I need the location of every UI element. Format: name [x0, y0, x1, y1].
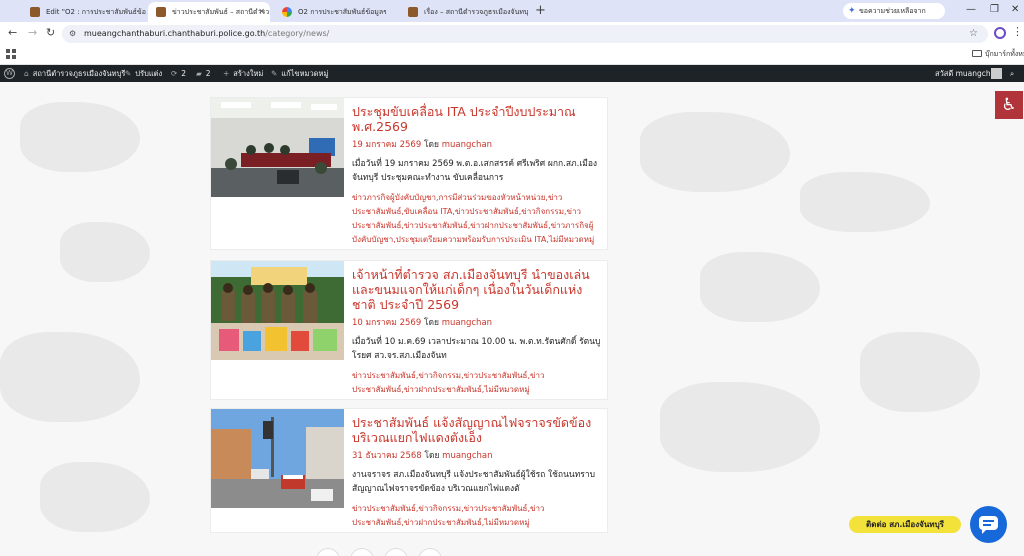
all-bookmarks-button[interactable]: บุ๊กมาร์กทั้งหมด — [972, 49, 1024, 60]
admin-search-icon[interactable]: ⌕ — [1010, 65, 1014, 82]
post-date[interactable]: 31 ธันวาคม 2568 — [352, 451, 422, 461]
all-bookmarks-label: บุ๊กมาร์กทั้งหมด — [985, 50, 1024, 58]
background-pattern — [860, 332, 980, 412]
tab-title: O2 การประชาสัมพันธ์ข้อมูลข่าวสาร — [298, 8, 386, 16]
url-host: mueangchanthaburi.chanthaburi.police.go.… — [84, 29, 266, 38]
chat-label[interactable]: ติดต่อ สภ.เมืองจันทบุรี — [849, 516, 961, 533]
post-date[interactable]: 10 มกราคม 2569 — [352, 318, 421, 328]
chat-button[interactable] — [970, 506, 1007, 543]
browser-tab-strip: Edit "O2 : การประชาสัมพันธ์ข้อมูลข่าวสาร… — [0, 0, 1024, 31]
brush-icon: ✎ — [125, 69, 132, 78]
browser-tab[interactable]: O2 การประชาสัมพันธ์ข้อมูลข่าวสาร — [274, 2, 386, 22]
background-pattern — [0, 332, 140, 422]
site-info-icon[interactable]: ⚙ — [69, 25, 76, 43]
post-author-link[interactable]: muangchan — [442, 318, 492, 328]
post-author-link[interactable]: muangchan — [442, 451, 492, 461]
tab-title: Edit "O2 : การประชาสัมพันธ์ข้อมูลข่าวสาร — [46, 8, 146, 16]
pagination-button[interactable] — [384, 548, 408, 556]
tab-title: เรื่อง – สถานีตำรวจภูธรเมืองจันทบุรี – — [424, 8, 528, 16]
reload-icon[interactable]: ↻ — [46, 26, 55, 39]
post-meta: 31 ธันวาคม 2568 โดย muangchan — [352, 451, 493, 461]
page-content: ประชุมขับเคลื่อน ITA ประจำปีงบประมาณ พ.ศ… — [0, 82, 1024, 556]
post-title-link[interactable]: ประชาสัมพันธ์ แจ้งสัญญาณไฟจราจรขัดข้อง บ… — [352, 415, 602, 445]
background-pattern — [60, 222, 150, 282]
site-favicon-icon — [408, 7, 418, 17]
gemini-button[interactable]: ✦ ขอความช่วยเหลือจาก Gemini — [843, 3, 945, 31]
traffic-intersection-photo — [211, 409, 344, 508]
user-avatar[interactable] — [991, 68, 1002, 79]
post-excerpt: งานจราจร สภ.เมืองจันทบุรี แจ้งประชาสัมพั… — [352, 470, 596, 494]
home-icon: ⌂ — [24, 69, 29, 78]
browser-tab[interactable]: Edit "O2 : การประชาสัมพันธ์ข้อมูลข่าวสาร — [22, 2, 146, 22]
profile-avatar[interactable] — [994, 27, 1006, 39]
post-categories[interactable]: ข่าวประชาสัมพันธ์,ข่าวกิจกรรม,ข่าวประชาส… — [352, 369, 602, 397]
restore-button[interactable]: ❐ — [990, 4, 999, 15]
admin-site-name[interactable]: ⌂ สถานีตำรวจภูธรเมืองจันทบุรี — [24, 65, 125, 82]
post-categories[interactable]: ข่าวประชาสัมพันธ์,ข่าวกิจกรรม,ข่าวประชาส… — [352, 502, 602, 530]
meeting-photo — [211, 98, 344, 197]
background-pattern — [20, 102, 140, 172]
background-pattern — [660, 382, 820, 472]
minimize-button[interactable]: — — [966, 4, 976, 15]
browser-toolbar: ← → ↻ ⚙ mueangchanthaburi.chanthaburi.po… — [0, 22, 1024, 45]
background-pattern — [700, 252, 820, 322]
url-path: /category/news/ — [265, 29, 330, 38]
apps-grid-icon[interactable] — [6, 49, 16, 59]
pagination-button[interactable] — [316, 548, 340, 556]
admin-customize[interactable]: ✎ ปรับแต่ง — [125, 65, 162, 82]
post-card: เจ้าหน้าที่ตำรวจ สภ.เมืองจันทบุรี นำของเ… — [210, 260, 608, 400]
background-pattern — [800, 172, 930, 232]
accessibility-button[interactable]: ♿ — [995, 91, 1023, 119]
admin-comments[interactable]: ▰ 2 — [196, 65, 211, 82]
post-thumbnail[interactable] — [211, 261, 344, 360]
folder-icon — [972, 50, 982, 57]
post-excerpt: เมื่อวันที่ 19 มกราคม 2569 พ.ต.อ.เสกสรรค… — [352, 159, 598, 183]
post-thumbnail[interactable] — [211, 98, 344, 197]
bookmarks-bar: บุ๊กมาร์กทั้งหมด — [0, 45, 1024, 65]
gemini-sparkle-icon: ✦ — [848, 6, 856, 16]
post-meta: 10 มกราคม 2569 โดย muangchan — [352, 318, 493, 328]
post-card: ประชาสัมพันธ์ แจ้งสัญญาณไฟจราจรขัดข้อง บ… — [210, 408, 608, 533]
close-window-button[interactable]: ✕ — [1011, 4, 1019, 15]
admin-updates[interactable]: ⟳ 2 — [171, 65, 186, 82]
bookmark-star-icon[interactable]: ☆ — [969, 25, 978, 43]
childrens-day-photo — [211, 261, 344, 360]
wheelchair-icon: ♿ — [1001, 95, 1017, 115]
post-thumbnail[interactable] — [211, 409, 344, 508]
post-excerpt: เมื่อวันที่ 10 ม.ค.69 เวลาประมาณ 10.00 น… — [352, 337, 601, 361]
pagination-button[interactable] — [350, 548, 374, 556]
background-pattern — [640, 112, 790, 192]
post-author-link[interactable]: muangchan — [442, 140, 492, 150]
post-date[interactable]: 19 มกราคม 2569 — [352, 140, 421, 150]
new-tab-button[interactable]: + — [535, 2, 546, 20]
background-pattern — [40, 462, 150, 532]
wordpress-logo-icon[interactable]: W — [4, 68, 15, 79]
pencil-icon: ✎ — [271, 69, 278, 78]
admin-new[interactable]: + สร้างใหม่ — [223, 65, 263, 82]
wp-admin-bar: W ⌂ สถานีตำรวจภูธรเมืองจันทบุรี ✎ ปรับแต่ง… — [0, 65, 1024, 82]
pagination-button[interactable] — [418, 548, 442, 556]
address-bar[interactable]: ⚙ mueangchanthaburi.chanthaburi.police.g… — [62, 25, 988, 43]
browser-tab[interactable]: เรื่อง – สถานีตำรวจภูธรเมืองจันทบุรี – — [400, 2, 528, 22]
close-tab-icon[interactable]: ✕ — [258, 2, 265, 22]
post-card: ประชุมขับเคลื่อน ITA ประจำปีงบประมาณ พ.ศ… — [210, 97, 608, 250]
back-arrow-icon[interactable]: ← — [8, 26, 17, 39]
browser-tab-active[interactable]: ข่าวประชาสัมพันธ์ – สถานีตำรวจภูธรเมือง … — [148, 2, 270, 22]
kebab-menu-icon[interactable]: ⋮ — [1012, 25, 1023, 38]
plus-icon: + — [223, 69, 230, 78]
post-title-link[interactable]: ประชุมขับเคลื่อน ITA ประจำปีงบประมาณ พ.ศ… — [352, 104, 602, 134]
updates-icon: ⟳ — [171, 69, 178, 78]
chat-bubble-icon — [979, 516, 998, 534]
site-favicon-icon — [30, 7, 40, 17]
comment-icon: ▰ — [196, 69, 202, 78]
forward-arrow-icon[interactable]: → — [28, 26, 37, 39]
post-meta: 19 มกราคม 2569 โดย muangchan — [352, 140, 493, 150]
post-categories[interactable]: ข่าวภารกิจผู้บังคับบัญชา,การมีส่วนร่วมขอ… — [352, 191, 602, 247]
tab-title: ข่าวประชาสัมพันธ์ – สถานีตำรวจภูธรเมือง — [172, 8, 270, 16]
site-favicon-icon — [156, 7, 166, 17]
post-title-link[interactable]: เจ้าหน้าที่ตำรวจ สภ.เมืองจันทบุรี นำของเ… — [352, 267, 602, 312]
admin-edit-category[interactable]: ✎ แก้ไขหมวดหมู่ — [271, 65, 328, 82]
drive-favicon-icon — [282, 7, 292, 17]
